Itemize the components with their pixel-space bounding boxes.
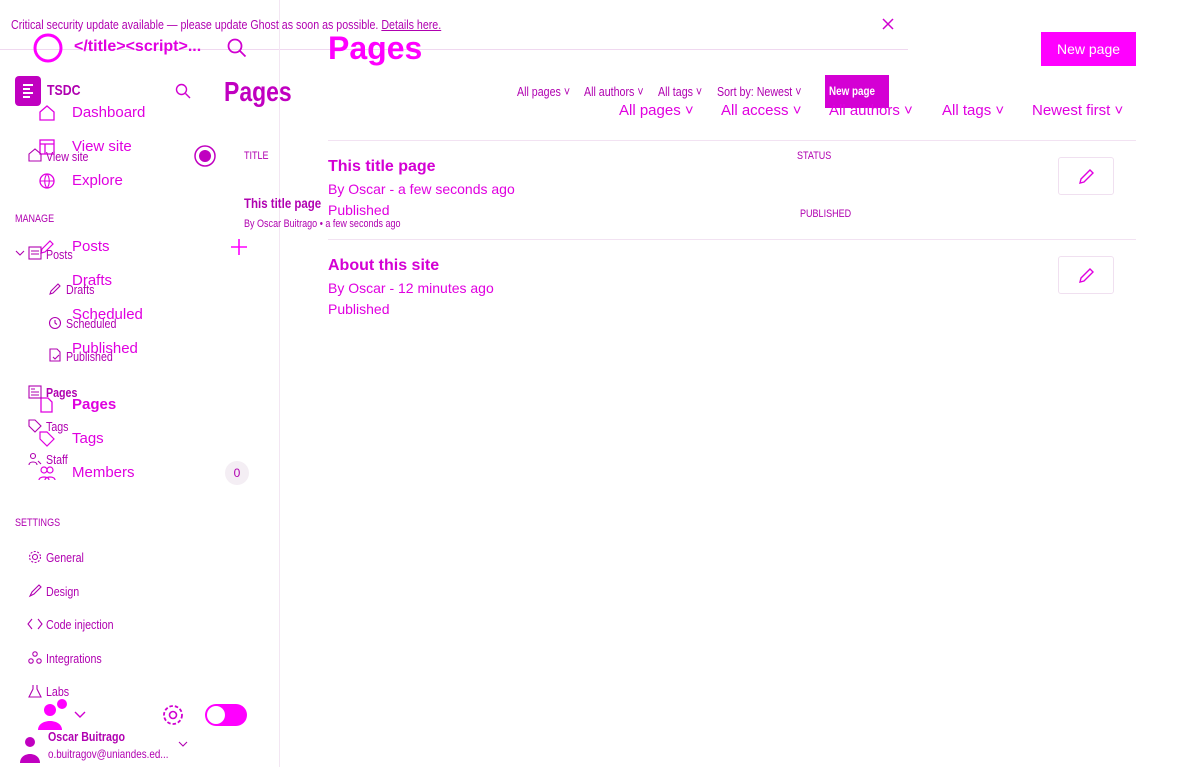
- pencil-icon: [48, 282, 62, 296]
- tsdc-logo[interactable]: [15, 76, 41, 106]
- nav-labs[interactable]: Labs: [46, 684, 69, 699]
- gear-icon: [28, 550, 42, 564]
- sort-dropdown[interactable]: Sort by: Newest ˅: [717, 84, 801, 99]
- settings-heading: SETTINGS: [15, 517, 61, 529]
- filter-all-pages[interactable]: All pages ˅: [517, 84, 570, 99]
- list-item-status: Published: [328, 301, 390, 317]
- table-status-header: STATUS: [797, 150, 832, 162]
- filter-all-pages[interactable]: All pages ˅: [619, 102, 694, 119]
- site-b-title: TSDC: [47, 82, 81, 99]
- list-divider: [328, 239, 1136, 240]
- nav-general[interactable]: General: [46, 550, 84, 565]
- row-meta: By Oscar Buitrago • a few seconds ago: [244, 218, 401, 230]
- labs-icon: [28, 684, 42, 698]
- nav-tags[interactable]: Tags: [72, 430, 104, 447]
- list-item-title[interactable]: About this site: [328, 257, 439, 275]
- edit-icon: [1079, 169, 1094, 184]
- chevron-down-icon[interactable]: [15, 248, 25, 258]
- filter-all-authors[interactable]: All authors ˅: [829, 102, 913, 119]
- user-email: o.buitragov@uniandes.ed...: [48, 747, 169, 761]
- new-page-button[interactable]: New page: [1041, 32, 1136, 66]
- tag-icon: [28, 419, 42, 433]
- dark-mode-toggle[interactable]: [205, 704, 247, 726]
- plus-icon[interactable]: [230, 238, 248, 256]
- filter-all-tags[interactable]: All tags ˅: [658, 84, 702, 99]
- toggle-knob: [207, 706, 225, 724]
- members-count-badge: 0: [225, 461, 249, 485]
- nav-integrations[interactable]: Integrations: [46, 651, 102, 666]
- list-divider: [328, 140, 1136, 141]
- user-avatar[interactable]: [36, 698, 70, 732]
- integrations-icon: [28, 651, 42, 665]
- list-item-title[interactable]: This title page: [328, 158, 436, 176]
- nav-pages[interactable]: Pages: [46, 385, 77, 400]
- posts-icon: [28, 246, 42, 260]
- nav-view-site[interactable]: View site: [46, 149, 88, 164]
- list-item-status: Published: [328, 202, 390, 218]
- filter-all-tags[interactable]: All tags ˅: [942, 102, 1004, 119]
- filter-all-access[interactable]: All access ˅: [721, 102, 801, 119]
- table-title-header: TITLE: [244, 150, 269, 162]
- code-icon: [27, 617, 43, 631]
- search-icon[interactable]: [227, 38, 247, 58]
- nav-dashboard[interactable]: Dashboard: [72, 104, 145, 121]
- chevron-down-icon[interactable]: [178, 741, 188, 749]
- pages-icon: [28, 385, 42, 399]
- nav-staff[interactable]: Staff: [46, 452, 68, 467]
- banner-message: Critical security update available — ple…: [11, 17, 379, 32]
- row-title[interactable]: This title page: [244, 195, 321, 211]
- home-icon: [38, 104, 56, 122]
- sort-dropdown[interactable]: Newest first ˅: [1032, 102, 1123, 119]
- nav-code-injection[interactable]: Code injection: [46, 617, 114, 632]
- nav-explore[interactable]: Explore: [72, 172, 123, 189]
- nav-posts[interactable]: Posts: [72, 238, 110, 255]
- search-icon[interactable]: [175, 83, 191, 99]
- nav-tags[interactable]: Tags: [46, 419, 69, 434]
- page-title: Pages: [224, 76, 292, 107]
- site-a-title[interactable]: </title><script>...: [74, 38, 201, 56]
- gear-icon[interactable]: [161, 703, 185, 727]
- chevron-down-icon[interactable]: [74, 710, 86, 720]
- edit-button[interactable]: [1058, 157, 1114, 195]
- nav-members[interactable]: Members: [72, 464, 135, 481]
- filter-all-authors[interactable]: All authors ˅: [584, 84, 644, 99]
- nav-design[interactable]: Design: [46, 584, 79, 599]
- nav-scheduled[interactable]: Scheduled: [66, 316, 116, 331]
- edit-icon: [1079, 268, 1094, 283]
- list-item-meta: By Oscar - 12 minutes ago: [328, 280, 494, 296]
- nav-pages[interactable]: Pages: [72, 396, 116, 413]
- published-icon: [48, 348, 62, 362]
- row-status: PUBLISHED: [800, 208, 852, 220]
- page-title: Pages: [328, 30, 423, 66]
- nav-posts[interactable]: Posts: [46, 247, 73, 262]
- nav-drafts[interactable]: Drafts: [66, 282, 94, 297]
- close-icon[interactable]: [881, 17, 895, 31]
- staff-icon: [28, 452, 42, 466]
- sidebar-divider: [279, 0, 280, 767]
- avatar-ring[interactable]: [193, 144, 217, 168]
- list-item-meta: By Oscar - a few seconds ago: [328, 181, 515, 197]
- user-avatar[interactable]: [18, 735, 42, 763]
- home-icon: [28, 148, 42, 162]
- clock-icon: [48, 316, 62, 330]
- edit-button[interactable]: [1058, 256, 1114, 294]
- nav-published[interactable]: Published: [66, 349, 113, 364]
- globe-icon: [38, 172, 56, 190]
- design-icon: [28, 584, 42, 598]
- site-logo-ring[interactable]: [32, 32, 64, 64]
- manage-heading: MANAGE: [15, 213, 55, 225]
- user-name: Oscar Buitrago: [48, 729, 126, 744]
